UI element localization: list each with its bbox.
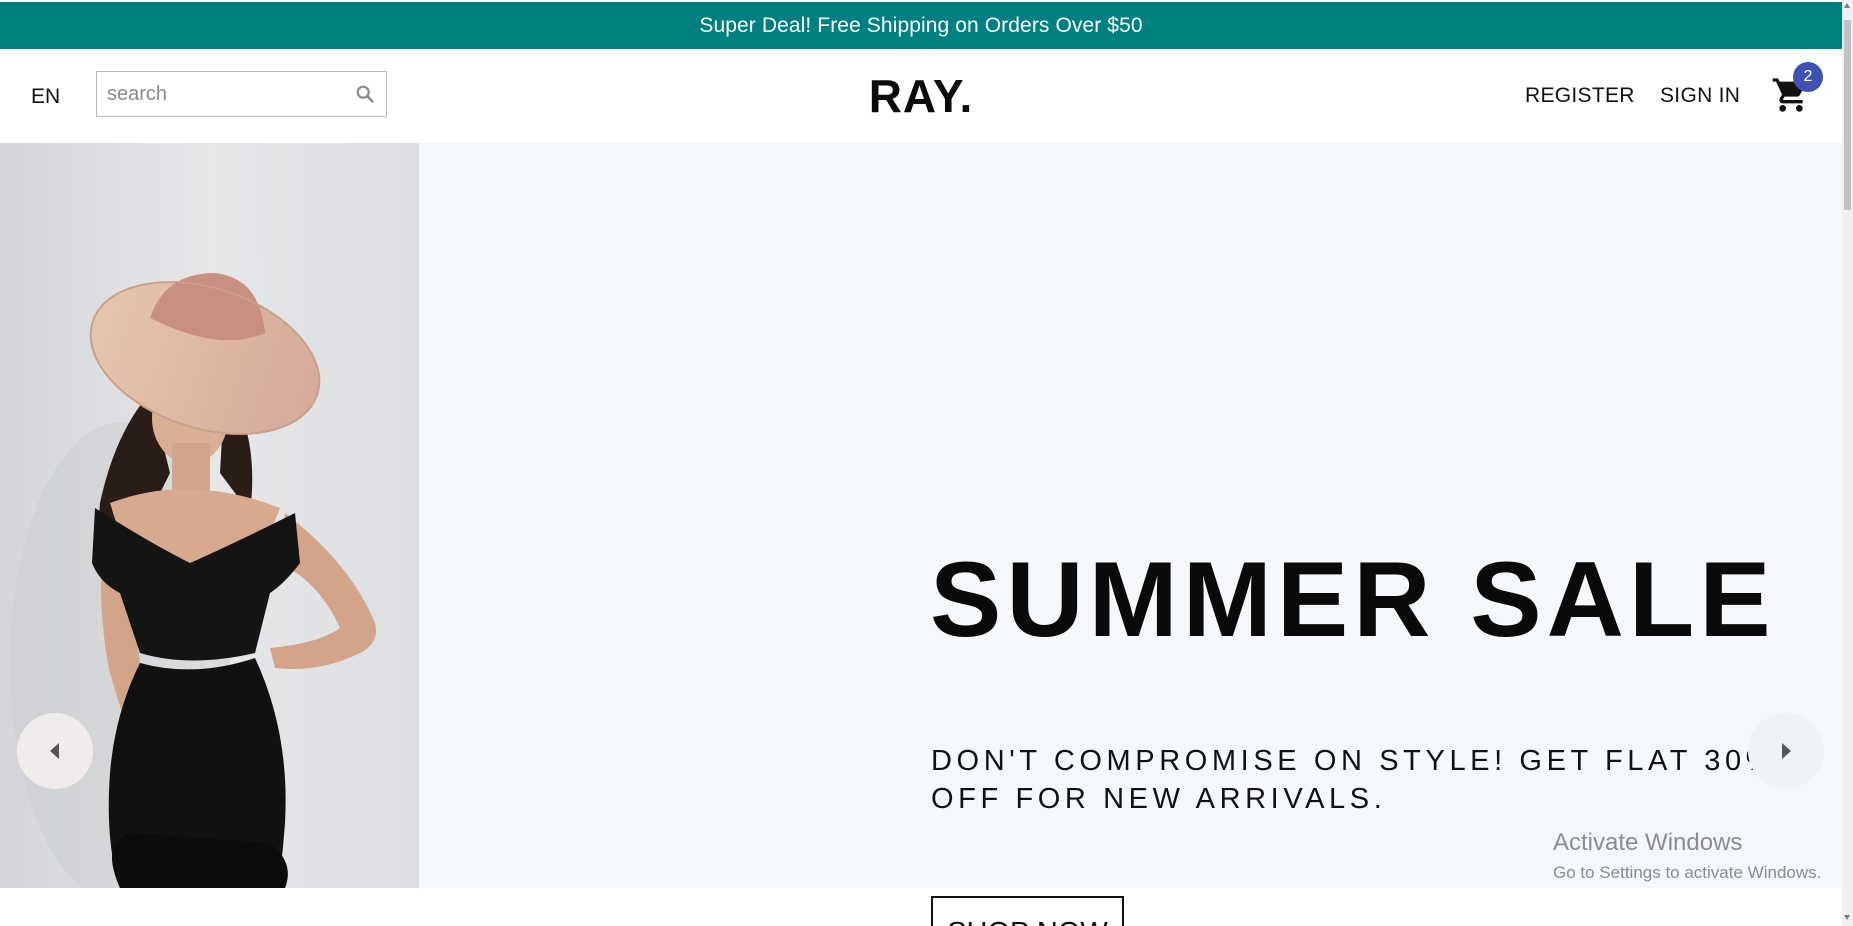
scroll-up-arrow-icon[interactable]: [1844, 3, 1850, 8]
hero-slider: SUMMER SALE DON'T COMPROMISE ON STYLE! G…: [0, 143, 1842, 926]
navbar: EN RAY. REGISTER SIGN IN 2: [0, 49, 1842, 143]
hero-title: SUMMER SALE: [930, 539, 1776, 659]
search-icon[interactable]: [354, 83, 376, 105]
search-box: [96, 71, 387, 117]
chevron-left-icon: [50, 743, 59, 759]
vertical-scrollbar[interactable]: [1842, 0, 1853, 926]
windows-activation-watermark: Activate Windows Go to Settings to activ…: [1553, 829, 1821, 883]
scroll-down-arrow-icon[interactable]: [1844, 915, 1850, 920]
scroll-thumb[interactable]: [1844, 20, 1851, 210]
language-selector[interactable]: EN: [31, 85, 60, 109]
announcement-text: Super Deal! Free Shipping on Orders Over…: [699, 13, 1143, 37]
slider-prev-button[interactable]: [17, 713, 93, 789]
hero-description: DON'T COMPROMISE ON STYLE! GET FLAT 30% …: [931, 745, 1777, 815]
search-input[interactable]: [107, 74, 347, 114]
slider-next-button[interactable]: [1748, 713, 1824, 789]
chevron-right-icon: [1782, 743, 1791, 759]
register-link[interactable]: REGISTER: [1525, 84, 1635, 108]
cart-count-badge: 2: [1793, 62, 1823, 92]
announcement-bar: Super Deal! Free Shipping on Orders Over…: [0, 2, 1842, 49]
shop-now-button[interactable]: SHOP NOW: [931, 896, 1124, 926]
sign-in-link[interactable]: SIGN IN: [1660, 84, 1740, 108]
watermark-title: Activate Windows: [1553, 829, 1743, 856]
watermark-subtitle: Go to Settings to activate Windows.: [1553, 863, 1822, 882]
page: Super Deal! Free Shipping on Orders Over…: [0, 0, 1853, 926]
